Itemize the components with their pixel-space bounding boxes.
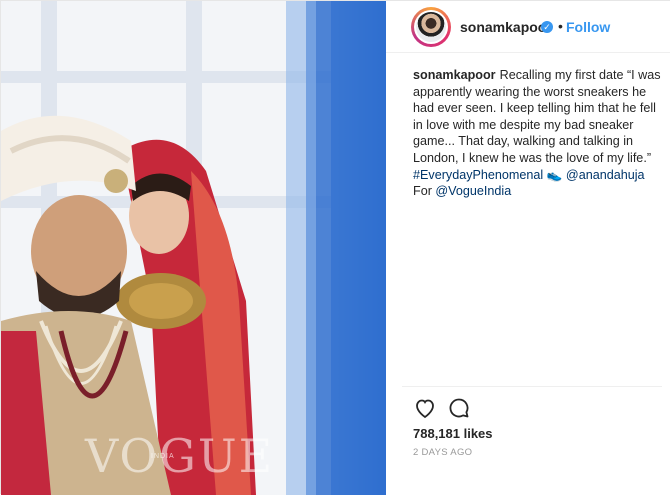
post-header: sonamkapoor ✓ • Follow: [386, 1, 670, 53]
comment-icon[interactable]: [447, 396, 471, 420]
wedding-photo-illustration: [1, 1, 386, 495]
follow-button[interactable]: Follow: [566, 19, 610, 35]
instagram-post: VOGUE INDIA sonamkapoor ✓ • Follow sonam…: [0, 0, 670, 495]
avatar-image: [416, 12, 446, 42]
caption-for-label: For: [413, 184, 432, 199]
avatar[interactable]: [411, 7, 451, 47]
likes-count[interactable]: 788,181 likes: [413, 426, 493, 441]
post-sidebar: sonamkapoor ✓ • Follow sonamkapoor Recall…: [386, 1, 670, 495]
header-separator: •: [558, 18, 563, 34]
verified-badge-icon: ✓: [541, 21, 553, 33]
vogue-watermark: VOGUE: [85, 429, 275, 483]
sneaker-emoji-icon: 👟: [546, 167, 563, 182]
caption-hashtag[interactable]: #EverydayPhenomenal: [413, 168, 543, 182]
header-username[interactable]: sonamkapoor: [460, 19, 552, 35]
post-caption: sonamkapoor Recalling my first date “I wa…: [413, 67, 663, 200]
post-photo[interactable]: VOGUE INDIA: [1, 1, 386, 495]
caption-text: Recalling my first date “I was apparentl…: [413, 68, 661, 165]
actions-divider: [402, 386, 662, 387]
heart-icon[interactable]: [413, 396, 437, 420]
caption-mention-vogueindia[interactable]: @VogueIndia: [435, 184, 511, 198]
post-timestamp[interactable]: 2 DAYS AGO: [413, 447, 472, 458]
vogue-watermark-sub: INDIA: [151, 453, 175, 460]
caption-username[interactable]: sonamkapoor: [413, 68, 496, 82]
caption-mention-anandahuja[interactable]: @anandahuja: [566, 168, 645, 182]
